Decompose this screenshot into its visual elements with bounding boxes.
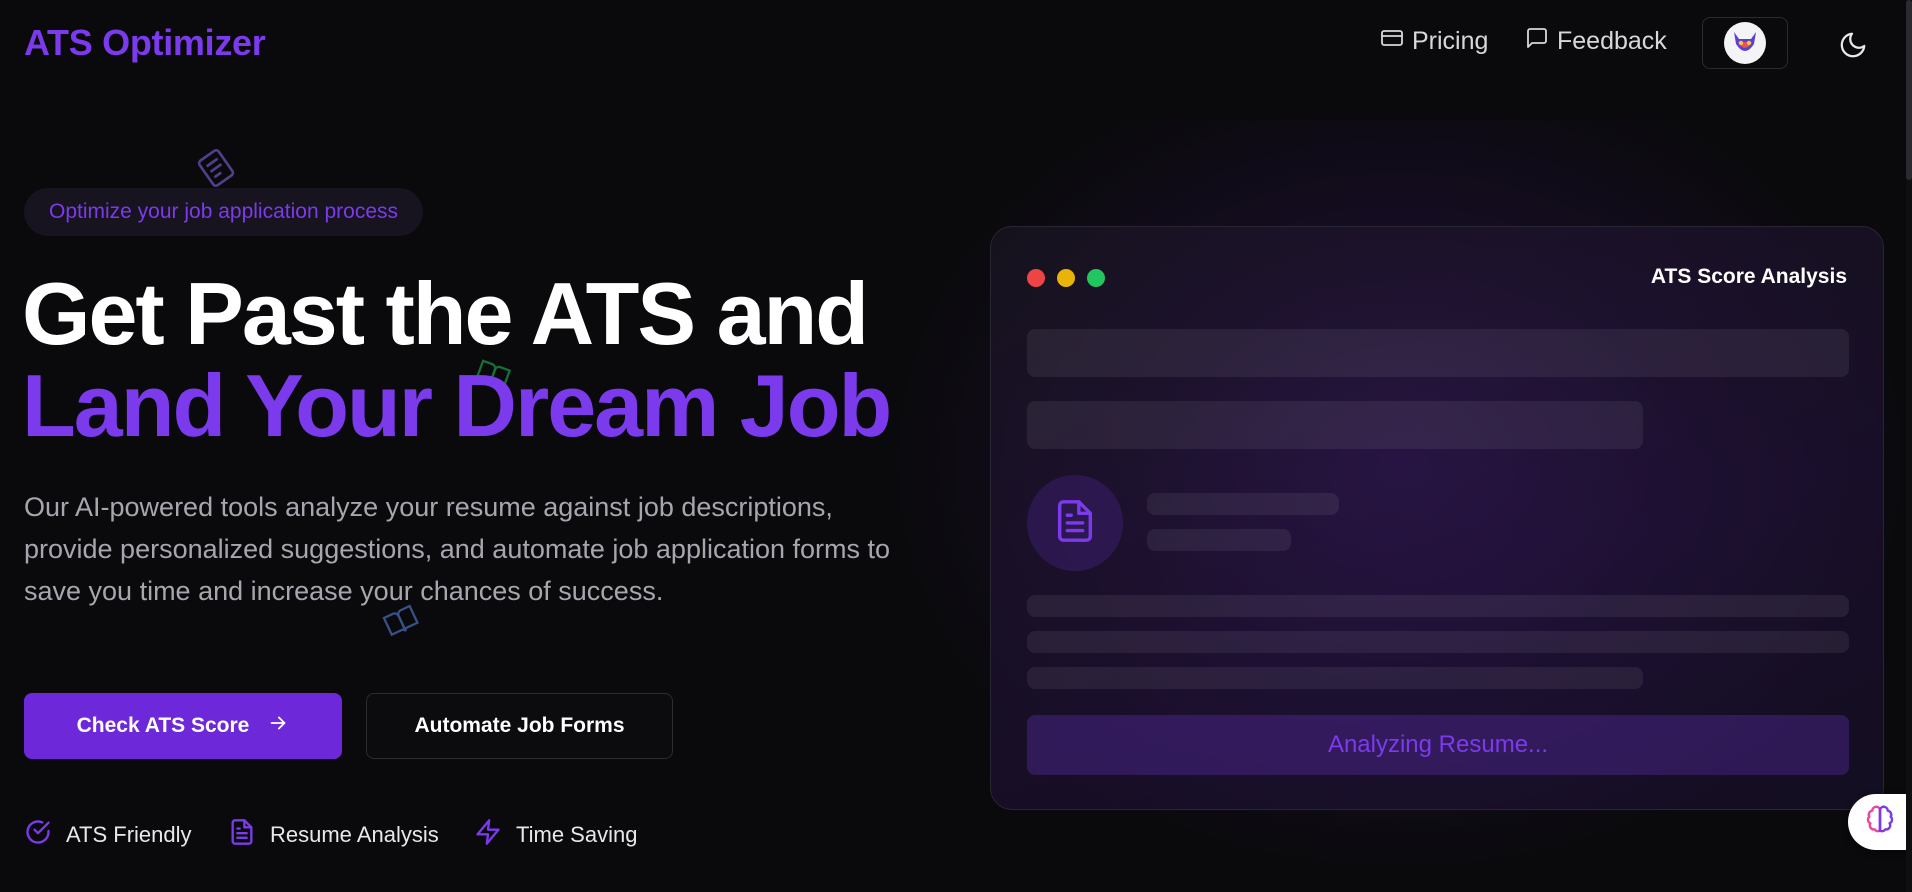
feature-label: ATS Friendly [66,822,192,847]
scrollbar-thumb[interactable] [1906,0,1912,180]
theme-toggle-button[interactable] [1838,30,1868,60]
brain-icon [1864,804,1896,841]
file-text-icon [228,818,256,852]
window-dot-red [1027,269,1045,287]
avatar [1724,22,1766,64]
window-dot-yellow [1057,269,1075,287]
nav-feedback-label: Feedback [1557,27,1667,55]
file-icon-circle [1027,475,1123,571]
card-title: ATS Score Analysis [1650,265,1847,288]
check-ats-score-label: Check ATS Score [76,714,250,737]
scrollbar[interactable] [1906,0,1912,892]
nav-pricing[interactable]: Pricing [1380,26,1488,57]
nav-feedback[interactable]: Feedback [1525,26,1667,57]
hero-badge: Optimize your job application process [24,188,424,236]
feature-ats-friendly: ATS Friendly [24,818,192,852]
headline-line-2: Land Your Dream Job [22,356,892,455]
headline-line-1: Get Past the ATS and [22,264,869,363]
avatar-mascot-icon [1734,32,1756,51]
skeleton-line [1027,667,1643,689]
zap-icon [474,818,502,852]
skeleton-line [1027,631,1849,653]
logo[interactable]: ATS Optimizer [24,22,266,64]
moon-icon [1838,32,1868,64]
credit-card-icon [1380,26,1404,57]
feature-label: Resume Analysis [270,822,439,847]
feature-resume-analysis: Resume Analysis [228,818,439,852]
file-text-icon [1052,498,1098,549]
analyzing-status: Analyzing Resume... [1027,715,1849,775]
skeleton-line [1027,329,1849,377]
ai-assistant-button[interactable] [1848,794,1912,850]
check-circle-icon [24,818,52,852]
hero-description: Our AI-powered tools analyze your resume… [24,492,891,606]
skeleton-line [1027,595,1849,617]
hero-headline: Get Past the ATS and Land Your Dream Job [22,264,892,455]
arrow-right-icon [267,712,289,740]
skeleton-line [1147,493,1339,515]
ats-score-card: ATS Score Analysis Analyzing Resume... [990,226,1884,810]
skeleton-line [1027,401,1643,449]
window-dot-green [1087,269,1105,287]
check-ats-score-button[interactable]: Check ATS Score [24,693,342,759]
message-square-icon [1525,26,1549,57]
nav-pricing-label: Pricing [1412,27,1489,55]
user-menu-button[interactable] [1702,17,1788,69]
feature-label: Time Saving [516,822,638,847]
skeleton-line [1147,529,1291,551]
floating-document-icon [196,148,236,193]
feature-time-saving: Time Saving [474,818,637,852]
automate-job-forms-button[interactable]: Automate Job Forms [366,693,673,759]
